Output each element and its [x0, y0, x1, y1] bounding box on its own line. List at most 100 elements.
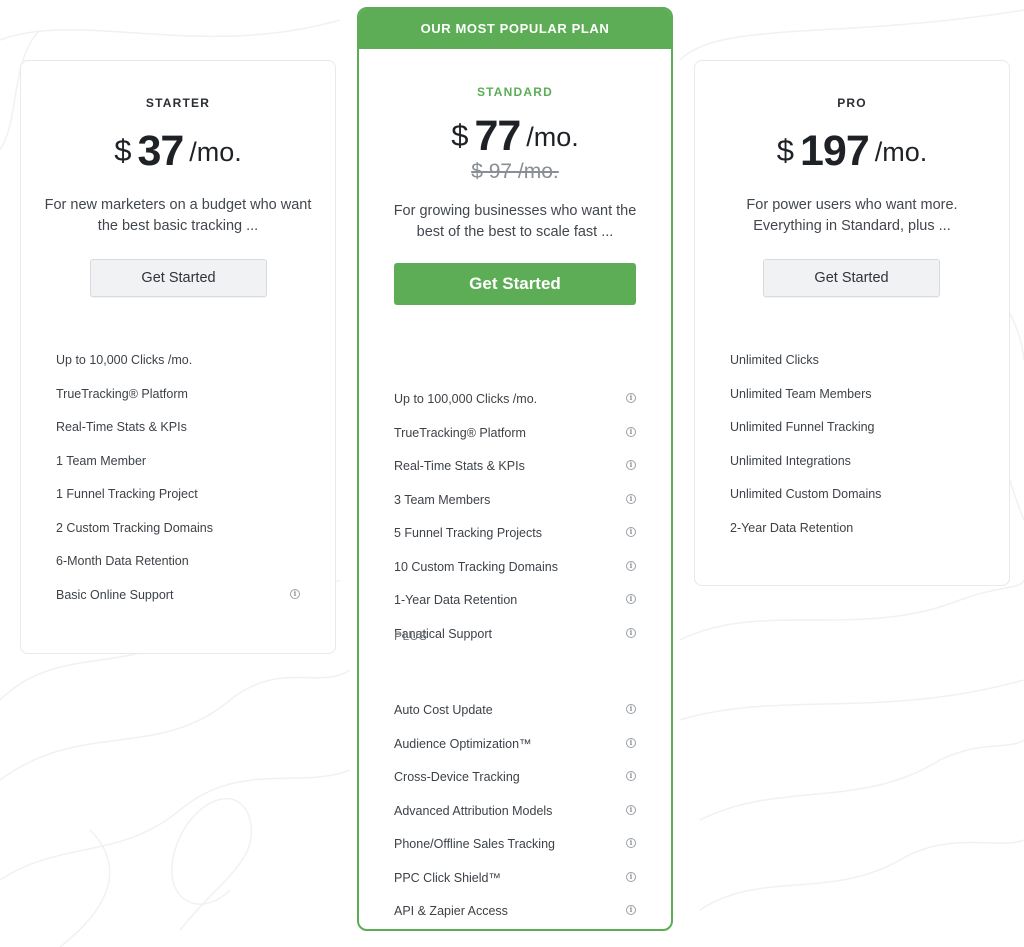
feature-label: 3 Team Members: [394, 493, 491, 507]
info-icon[interactable]: i: [626, 771, 636, 781]
get-started-button[interactable]: Get Started: [394, 263, 636, 305]
info-icon[interactable]: i: [626, 738, 636, 748]
feature-item: 10 Custom Tracking Domains i: [394, 557, 636, 577]
feature-item: Unlimited Clicks: [730, 350, 974, 370]
info-icon[interactable]: i: [626, 704, 636, 714]
plan-description: For growing businesses who want the best…: [393, 203, 637, 240]
info-icon[interactable]: i: [626, 427, 636, 437]
info-icon[interactable]: i: [626, 460, 636, 470]
info-icon[interactable]: i: [626, 905, 636, 915]
plan-card-starter: STARTER $37/mo. For new marketers on a b…: [20, 60, 336, 654]
info-icon[interactable]: i: [626, 561, 636, 571]
feature-item: PPC Click Shield™ i: [394, 868, 636, 888]
feature-label: Audience Optimization™: [394, 737, 532, 751]
feature-label: Cross-Device Tracking: [394, 770, 520, 784]
feature-label: 1 Team Member: [56, 454, 147, 468]
feature-item: 1 Team Member: [56, 451, 300, 471]
feature-label: Unlimited Funnel Tracking: [730, 420, 875, 434]
feature-label: Auto Cost Update: [394, 703, 493, 717]
price-amount: 37: [137, 127, 184, 175]
feature-label: 6-Month Data Retention: [56, 554, 189, 568]
plan-price: $37/mo.: [21, 127, 335, 176]
feature-item: 3 Team Members i: [394, 490, 636, 510]
feature-item: Unlimited Funnel Tracking: [730, 417, 974, 437]
feature-item: Audience Optimization™ i: [394, 734, 636, 754]
feature-item: Auto Cost Update i: [394, 700, 636, 720]
price-period: /mo.: [189, 137, 242, 167]
plan-name: PRO: [837, 96, 867, 110]
info-icon[interactable]: i: [626, 494, 636, 504]
feature-label: 2 Custom Tracking Domains: [56, 521, 214, 535]
get-started-button[interactable]: Get Started: [90, 259, 267, 297]
feature-label: Up to 10,000 Clicks /mo.: [56, 353, 193, 367]
popular-plan-banner: OUR MOST POPULAR PLAN: [359, 9, 671, 49]
feature-label: Phone/Offline Sales Tracking: [394, 837, 555, 851]
feature-item: API & Zapier Access i: [394, 901, 636, 921]
currency-symbol: $: [776, 133, 794, 168]
feature-item: TrueTracking® Platform: [56, 384, 300, 404]
feature-item: TrueTracking® Platform i: [394, 423, 636, 443]
plan-price: $197/mo.: [695, 127, 1009, 176]
feature-label: Up to 100,000 Clicks /mo.: [394, 392, 538, 406]
currency-symbol: $: [114, 133, 132, 168]
original-price: $ 97 /mo.: [471, 160, 559, 183]
feature-item: Cross-Device Tracking i: [394, 767, 636, 787]
info-icon[interactable]: i: [626, 805, 636, 815]
plan-name: STARTER: [145, 96, 211, 110]
feature-label: 5 Funnel Tracking Projects: [394, 526, 542, 540]
feature-label: 10 Custom Tracking Domains: [394, 560, 558, 574]
feature-label: TrueTracking® Platform: [394, 426, 526, 440]
feature-item: 2-Year Data Retention: [730, 518, 974, 538]
feature-item: Unlimited Custom Domains: [730, 484, 974, 504]
feature-item: Unlimited Integrations: [730, 451, 974, 471]
feature-item: Unlimited Team Members: [730, 384, 974, 404]
feature-item: Basic Online Support i: [56, 585, 300, 605]
plan-card-pro: PRO $197/mo. For power users who want mo…: [694, 60, 1010, 586]
feature-label: TrueTracking® Platform: [56, 387, 188, 401]
feature-label: 1-Year Data Retention: [394, 593, 518, 607]
feature-item: Phone/Offline Sales Tracking i: [394, 834, 636, 854]
feature-item: 2 Custom Tracking Domains: [56, 518, 300, 538]
feature-item: Real-Time Stats & KPIs i: [394, 456, 636, 476]
feature-item: 6-Month Data Retention: [56, 551, 300, 571]
get-started-button[interactable]: Get Started: [763, 259, 940, 297]
currency-symbol: $: [451, 118, 469, 153]
feature-item: 1-Year Data Retention i: [394, 590, 636, 610]
plan-description: For new marketers on a budget who want t…: [44, 197, 312, 234]
price-period: /mo.: [874, 137, 928, 167]
feature-label: Unlimited Clicks: [730, 353, 819, 367]
feature-label: PPC Click Shield™: [394, 871, 501, 885]
info-icon[interactable]: i: [626, 872, 636, 882]
info-icon[interactable]: i: [290, 589, 300, 599]
feature-label: Basic Online Support: [56, 588, 174, 602]
info-icon[interactable]: i: [626, 527, 636, 537]
feature-item: Advanced Attribution Models i: [394, 801, 636, 821]
price-amount: 197: [799, 127, 870, 175]
feature-item: Up to 10,000 Clicks /mo.: [56, 350, 300, 370]
feature-item: 1 Funnel Tracking Project: [56, 484, 300, 504]
info-icon[interactable]: i: [626, 594, 636, 604]
feature-label: Real-Time Stats & KPIs: [56, 420, 187, 434]
feature-item: 5 Funnel Tracking Projects i: [394, 523, 636, 543]
feature-label: 1 Funnel Tracking Project: [56, 487, 198, 501]
feature-item: Up to 100,000 Clicks /mo. i: [394, 389, 636, 409]
feature-label: Real-Time Stats & KPIs: [394, 459, 525, 473]
feature-item: Real-Time Stats & KPIs: [56, 417, 300, 437]
feature-label: API & Zapier Access: [394, 904, 508, 918]
info-icon[interactable]: i: [626, 838, 636, 848]
info-icon[interactable]: i: [626, 393, 636, 403]
plan-card-standard: OUR MOST POPULAR PLAN STANDARD $77/mo. $…: [357, 7, 673, 931]
feature-label: Unlimited Integrations: [730, 454, 851, 468]
feature-label: 2-Year Data Retention: [730, 521, 854, 535]
feature-label: Advanced Attribution Models: [394, 804, 553, 818]
feature-item: Fanatical Support i: [394, 624, 636, 644]
plan-price: $77/mo.: [359, 112, 671, 161]
plan-description: For power users who want more. Everythin…: [746, 197, 958, 234]
plan-name: STANDARD: [476, 85, 554, 99]
price-amount: 77: [474, 112, 521, 160]
feature-label: Unlimited Team Members: [730, 387, 872, 401]
info-icon[interactable]: i: [626, 628, 636, 638]
feature-label: Unlimited Custom Domains: [730, 487, 882, 501]
price-period: /mo.: [526, 122, 579, 152]
plus-section-label: PLUS: [394, 629, 428, 643]
